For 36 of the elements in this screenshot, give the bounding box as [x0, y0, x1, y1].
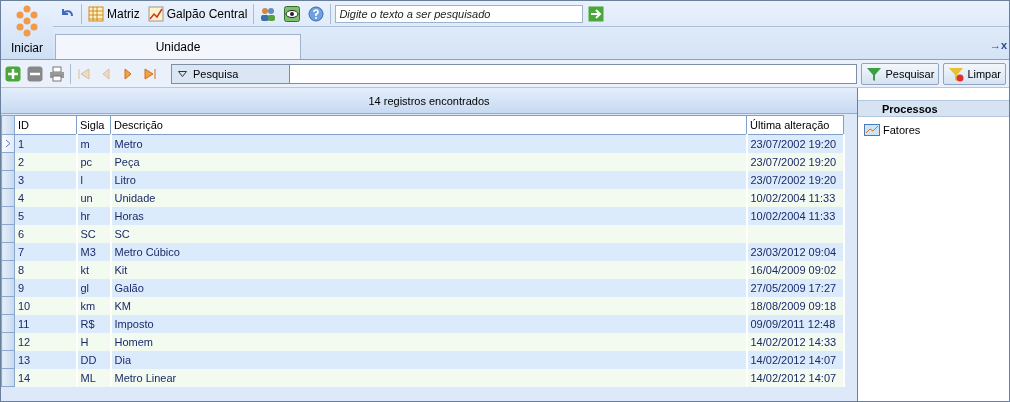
users-icon	[260, 5, 277, 22]
column-header[interactable]: Última alteração	[746, 115, 844, 135]
print-button[interactable]	[48, 64, 66, 83]
grid-icon	[88, 5, 104, 22]
remove-icon	[27, 65, 43, 82]
chart-icon	[864, 122, 880, 138]
search-field[interactable]: Digite o texto a ser pesquisado	[335, 4, 584, 23]
print-icon	[49, 65, 65, 82]
chart-icon	[147, 5, 164, 22]
toolbar-button[interactable]: Galpão Central	[145, 5, 250, 22]
add-button[interactable]	[4, 64, 22, 83]
search-button[interactable]: Pesquisar	[861, 62, 940, 85]
clear-button[interactable]: Limpar	[943, 62, 1006, 85]
panel-title: Processos	[858, 100, 1009, 117]
tab[interactable]: Unidade	[55, 34, 301, 59]
help-icon	[308, 5, 325, 22]
close-tab-button[interactable]: →x	[987, 39, 1009, 51]
last-icon	[142, 65, 158, 82]
eye-icon	[284, 5, 301, 22]
filter-icon	[866, 65, 883, 82]
current-row-icon	[5, 138, 11, 148]
row-indicator	[1, 115, 15, 135]
column-header[interactable]: ID	[14, 115, 77, 135]
add-icon	[5, 65, 21, 82]
record-count: 14 registros encontrados	[1, 88, 857, 114]
toolbar-button[interactable]: Matriz	[86, 5, 142, 22]
eye-button[interactable]	[282, 5, 303, 22]
go-arrow-icon	[588, 5, 605, 22]
first-icon	[76, 65, 92, 82]
remove-button[interactable]	[26, 64, 44, 83]
clear-filter-icon	[948, 65, 965, 82]
process-item[interactable]: Fatores	[858, 117, 1009, 143]
help-button[interactable]	[306, 5, 327, 22]
column-header[interactable]: Sigla	[76, 115, 111, 135]
column-header[interactable]: Descrição	[110, 115, 747, 135]
go-button[interactable]	[587, 4, 606, 23]
